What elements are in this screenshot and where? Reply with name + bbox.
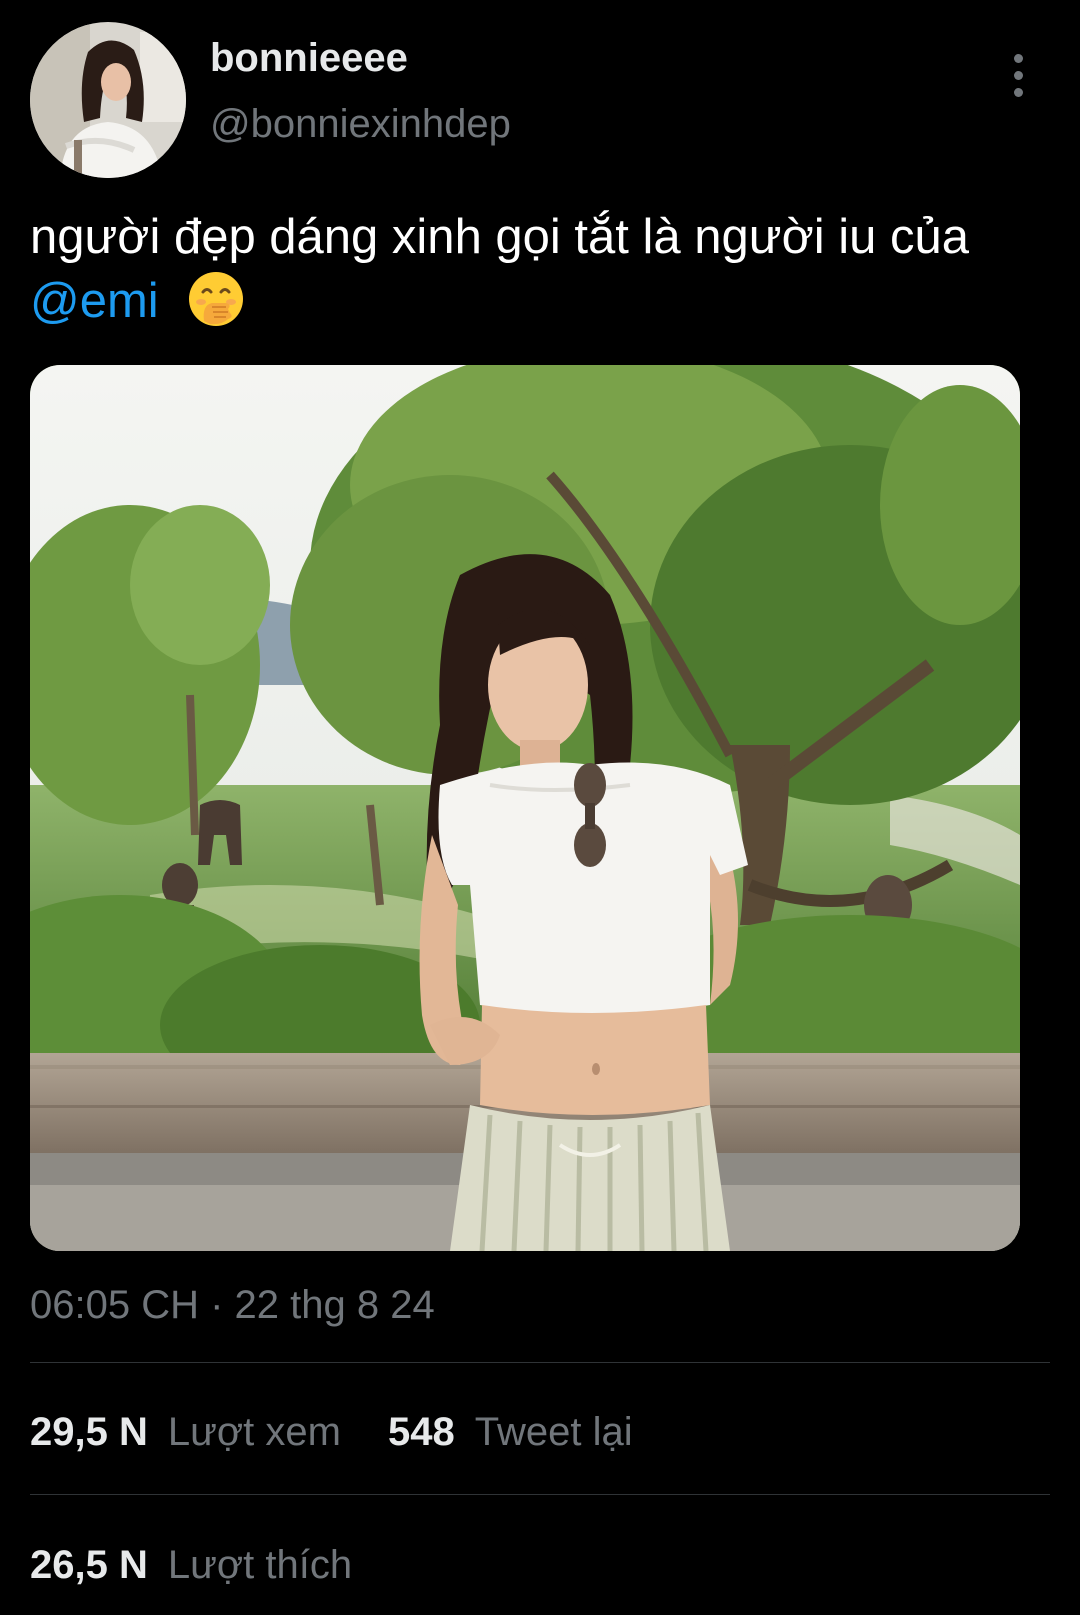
tweet-text: người đẹp dáng xinh gọi tắt là người iu … <box>30 205 1060 333</box>
views-stat[interactable]: 29,5 N Lượt xem <box>30 1410 341 1455</box>
tweet-body: người đẹp dáng xinh gọi tắt là người iu … <box>30 210 969 264</box>
more-vertical-icon[interactable] <box>1000 50 1036 100</box>
stats-row-views-retweets: 29,5 N Lượt xem 548 Tweet lại <box>30 1410 669 1455</box>
avatar[interactable] <box>30 22 186 178</box>
retweets-label: Tweet lại <box>474 1410 633 1454</box>
stats-row-likes: 26,5 N Lượt thích <box>30 1543 388 1588</box>
retweets-stat[interactable]: 548 Tweet lại <box>388 1410 633 1455</box>
divider <box>30 1494 1050 1495</box>
views-count: 29,5 N <box>30 1410 148 1454</box>
tweet-timestamp[interactable]: 06:05 CH · 22 thg 8 24 <box>30 1283 435 1328</box>
user-handle[interactable]: @bonniexinhdep <box>210 102 511 147</box>
divider <box>30 1362 1050 1363</box>
mention-link[interactable]: @emi <box>30 274 159 328</box>
tweet-detail: bonnieeee @bonniexinhdep người đẹp dáng … <box>0 0 1080 1615</box>
display-name[interactable]: bonnieeee <box>210 36 408 81</box>
face-with-hand-over-mouth-emoji-icon <box>186 269 246 329</box>
likes-count: 26,5 N <box>30 1543 148 1587</box>
views-label: Lượt xem <box>167 1410 341 1454</box>
likes-stat[interactable]: 26,5 N Lượt thích <box>30 1543 352 1588</box>
retweets-count: 548 <box>388 1410 455 1454</box>
likes-label: Lượt thích <box>167 1543 353 1587</box>
tweet-photo[interactable] <box>30 365 1020 1251</box>
